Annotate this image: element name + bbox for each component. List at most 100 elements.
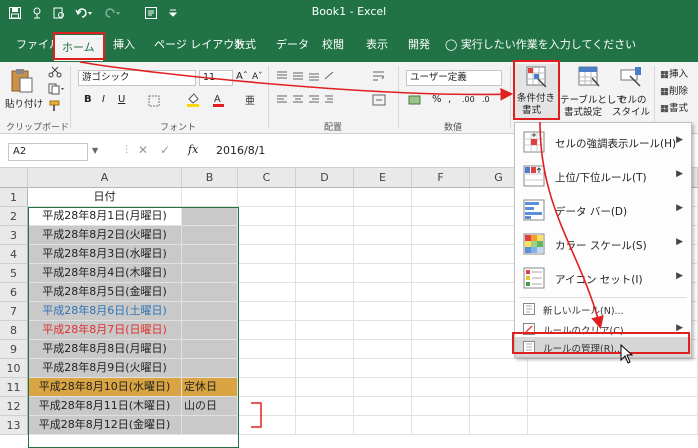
cell-b[interactable]	[182, 207, 238, 226]
cell-empty[interactable]	[412, 340, 470, 359]
row-header[interactable]: 3	[0, 226, 28, 245]
cell-empty[interactable]	[470, 416, 528, 435]
cell-empty[interactable]	[296, 226, 354, 245]
shrink-font-icon[interactable]: Aˇ	[252, 72, 263, 82]
grow-font-icon[interactable]: Aˆ	[236, 71, 248, 82]
cell-a[interactable]: 平成28年8月1日(月曜日)	[28, 207, 182, 226]
cell-empty[interactable]	[238, 340, 296, 359]
cell-empty[interactable]	[412, 416, 470, 435]
italic-button[interactable]: I	[102, 94, 105, 105]
cell-b[interactable]	[182, 321, 238, 340]
cell-empty[interactable]	[296, 416, 354, 435]
cell-b[interactable]: 定休日	[182, 378, 238, 397]
tab-insert[interactable]: 挿入	[111, 36, 137, 54]
fill-color-icon[interactable]	[186, 93, 202, 110]
cell-empty[interactable]	[528, 416, 698, 435]
cell-empty[interactable]	[238, 416, 296, 435]
menu-item-data-bars[interactable]: データ バー(D) ▶	[515, 193, 691, 227]
cell-empty[interactable]	[296, 378, 354, 397]
cell-empty[interactable]	[238, 397, 296, 416]
cell-empty[interactable]	[412, 378, 470, 397]
cell-empty[interactable]	[412, 188, 470, 207]
cell-empty[interactable]	[296, 207, 354, 226]
cell-empty[interactable]	[354, 302, 412, 321]
tab-data[interactable]: データ	[274, 36, 311, 54]
row-header[interactable]: 7	[0, 302, 28, 321]
row-header[interactable]: 13	[0, 416, 28, 435]
row-header[interactable]: 12	[0, 397, 28, 416]
formula-input[interactable]: 2016/8/1	[216, 144, 265, 157]
merge-center-icon[interactable]	[372, 94, 388, 109]
cell-empty[interactable]	[412, 245, 470, 264]
accounting-format-icon[interactable]	[408, 94, 424, 109]
cell-a[interactable]: 平成28年8月10日(水曜日)	[28, 378, 182, 397]
cell-empty[interactable]	[354, 397, 412, 416]
cell-a[interactable]: 平成28年8月4日(木曜日)	[28, 264, 182, 283]
cell-empty[interactable]	[238, 207, 296, 226]
cell-b[interactable]	[182, 283, 238, 302]
cell-a[interactable]: 平成28年8月6日(土曜日)	[28, 302, 182, 321]
cell-empty[interactable]	[354, 378, 412, 397]
cell-a[interactable]: 平成28年8月2日(火曜日)	[28, 226, 182, 245]
cell-empty[interactable]	[354, 264, 412, 283]
tell-me-box[interactable]: ◯ 実行したい作業を入力してください	[445, 36, 636, 52]
cell-empty[interactable]	[412, 321, 470, 340]
cell-a[interactable]: 平成28年8月11日(木曜日)	[28, 397, 182, 416]
column-header[interactable]: C	[238, 168, 296, 188]
insert-cells-button[interactable]: ▦挿入	[660, 66, 688, 80]
menu-item-color-scales[interactable]: カラー スケール(S) ▶	[515, 227, 691, 261]
cancel-icon[interactable]: ✕	[138, 143, 148, 157]
cell-b[interactable]	[182, 188, 238, 207]
cell-empty[interactable]	[296, 264, 354, 283]
cell-empty[interactable]	[354, 188, 412, 207]
cell-empty[interactable]	[354, 321, 412, 340]
format-as-table-line2[interactable]: 書式設定	[564, 104, 602, 118]
cell-a[interactable]: 平成28年8月8日(月曜日)	[28, 340, 182, 359]
cell-styles-icon[interactable]	[620, 66, 642, 91]
insert-function-icon[interactable]: fx	[188, 143, 198, 156]
row-header[interactable]: 2	[0, 207, 28, 226]
align-top-icon[interactable]	[276, 70, 336, 85]
menu-item-icon-sets[interactable]: アイコン セット(I) ▶	[515, 261, 691, 295]
cell-a[interactable]: 平成28年8月3日(水曜日)	[28, 245, 182, 264]
row-header[interactable]: 5	[0, 264, 28, 283]
decrease-decimal-button[interactable]: .0	[482, 95, 490, 104]
row-header[interactable]: 9	[0, 340, 28, 359]
cell-empty[interactable]	[412, 359, 470, 378]
cell-empty[interactable]	[412, 397, 470, 416]
cell-empty[interactable]	[238, 264, 296, 283]
cell-b[interactable]	[182, 245, 238, 264]
paste-button-label[interactable]: 貼り付け	[5, 96, 43, 110]
cell-empty[interactable]	[296, 188, 354, 207]
cell-empty[interactable]	[354, 226, 412, 245]
cell-empty[interactable]	[238, 378, 296, 397]
cell-b[interactable]	[182, 359, 238, 378]
cell-a[interactable]: 日付	[28, 188, 182, 207]
cell-b[interactable]	[182, 340, 238, 359]
cell-b[interactable]	[182, 302, 238, 321]
tab-view[interactable]: 表示	[364, 36, 390, 54]
borders-icon[interactable]	[148, 95, 162, 110]
cell-empty[interactable]	[528, 378, 698, 397]
cell-empty[interactable]	[354, 207, 412, 226]
cell-empty[interactable]	[354, 416, 412, 435]
cell-b[interactable]	[182, 416, 238, 435]
cell-empty[interactable]	[238, 302, 296, 321]
tab-review[interactable]: 校閲	[320, 36, 346, 54]
cell-empty[interactable]	[412, 283, 470, 302]
copy-icon[interactable]	[48, 83, 64, 98]
row-header[interactable]: 6	[0, 283, 28, 302]
column-header[interactable]: B	[182, 168, 238, 188]
cell-empty[interactable]	[528, 359, 698, 378]
paste-icon[interactable]	[10, 68, 34, 97]
font-color-icon[interactable]: A	[212, 93, 226, 110]
delete-cells-button[interactable]: ▦削除	[660, 83, 688, 97]
cell-empty[interactable]	[238, 359, 296, 378]
increase-decimal-button[interactable]: .00	[462, 95, 475, 104]
row-header[interactable]: 10	[0, 359, 28, 378]
cell-empty[interactable]	[238, 245, 296, 264]
cell-empty[interactable]	[296, 283, 354, 302]
font-size-combo[interactable]: 11	[199, 70, 233, 86]
cell-empty[interactable]	[296, 321, 354, 340]
bold-button[interactable]: B	[84, 94, 92, 105]
